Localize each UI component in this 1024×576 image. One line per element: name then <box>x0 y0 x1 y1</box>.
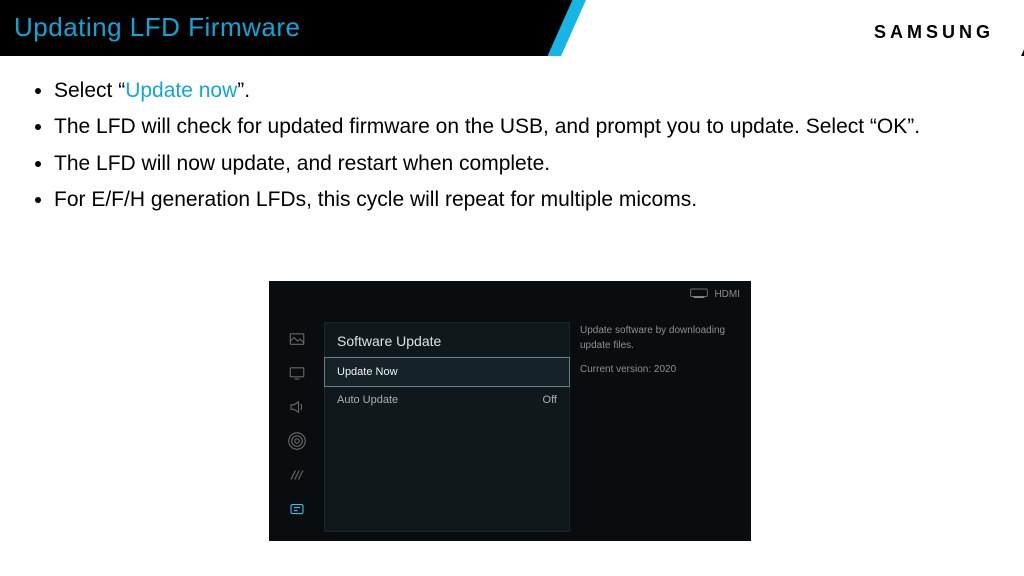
page-title: Updating LFD Firmware <box>14 12 300 43</box>
support-icon[interactable] <box>288 500 306 518</box>
menu-auto-update-label: Auto Update <box>337 394 398 406</box>
step-1-post: ”. <box>237 79 250 102</box>
tv-sidebar <box>288 330 308 534</box>
brand-logo: SAMSUNG <box>874 22 994 43</box>
tv-screenshot: HDMI Software Update Update Now Auto Upd… <box>270 282 750 540</box>
slide-header: Updating LFD Firmware <box>0 0 1024 56</box>
menu-auto-update[interactable]: Auto Update Off <box>325 386 569 414</box>
step-3: The LFD will now update, and restart whe… <box>54 149 994 179</box>
menu-update-now[interactable]: Update Now <box>324 357 570 387</box>
menu-update-now-label: Update Now <box>337 366 398 378</box>
menu-auto-update-value: Off <box>543 394 557 406</box>
broadcast-icon[interactable] <box>288 432 306 450</box>
source-label: HDMI <box>714 289 740 300</box>
panel-title: Software Update <box>325 323 569 358</box>
picture-icon[interactable] <box>288 330 306 348</box>
step-2: The LFD will check for updated firmware … <box>54 112 994 142</box>
hdmi-icon <box>690 289 715 300</box>
step-4: For E/F/H generation LFDs, this cycle wi… <box>54 185 994 215</box>
step-1-pre: Select “ <box>54 79 125 102</box>
source-indicator: HDMI <box>690 288 740 300</box>
help-panel: Update software by downloading update fi… <box>580 324 740 378</box>
step-1-keyword: Update now <box>125 79 237 102</box>
help-line-1: Update software by downloading update fi… <box>580 324 740 353</box>
sound-icon[interactable] <box>288 398 306 416</box>
system-icon[interactable] <box>288 466 306 484</box>
help-line-2: Current version: 2020 <box>580 363 740 378</box>
instruction-list: Select “Update now”. The LFD will check … <box>54 76 994 216</box>
display-icon[interactable] <box>288 364 306 382</box>
step-1: Select “Update now”. <box>54 76 994 106</box>
software-update-panel: Software Update Update Now Auto Update O… <box>324 322 570 532</box>
